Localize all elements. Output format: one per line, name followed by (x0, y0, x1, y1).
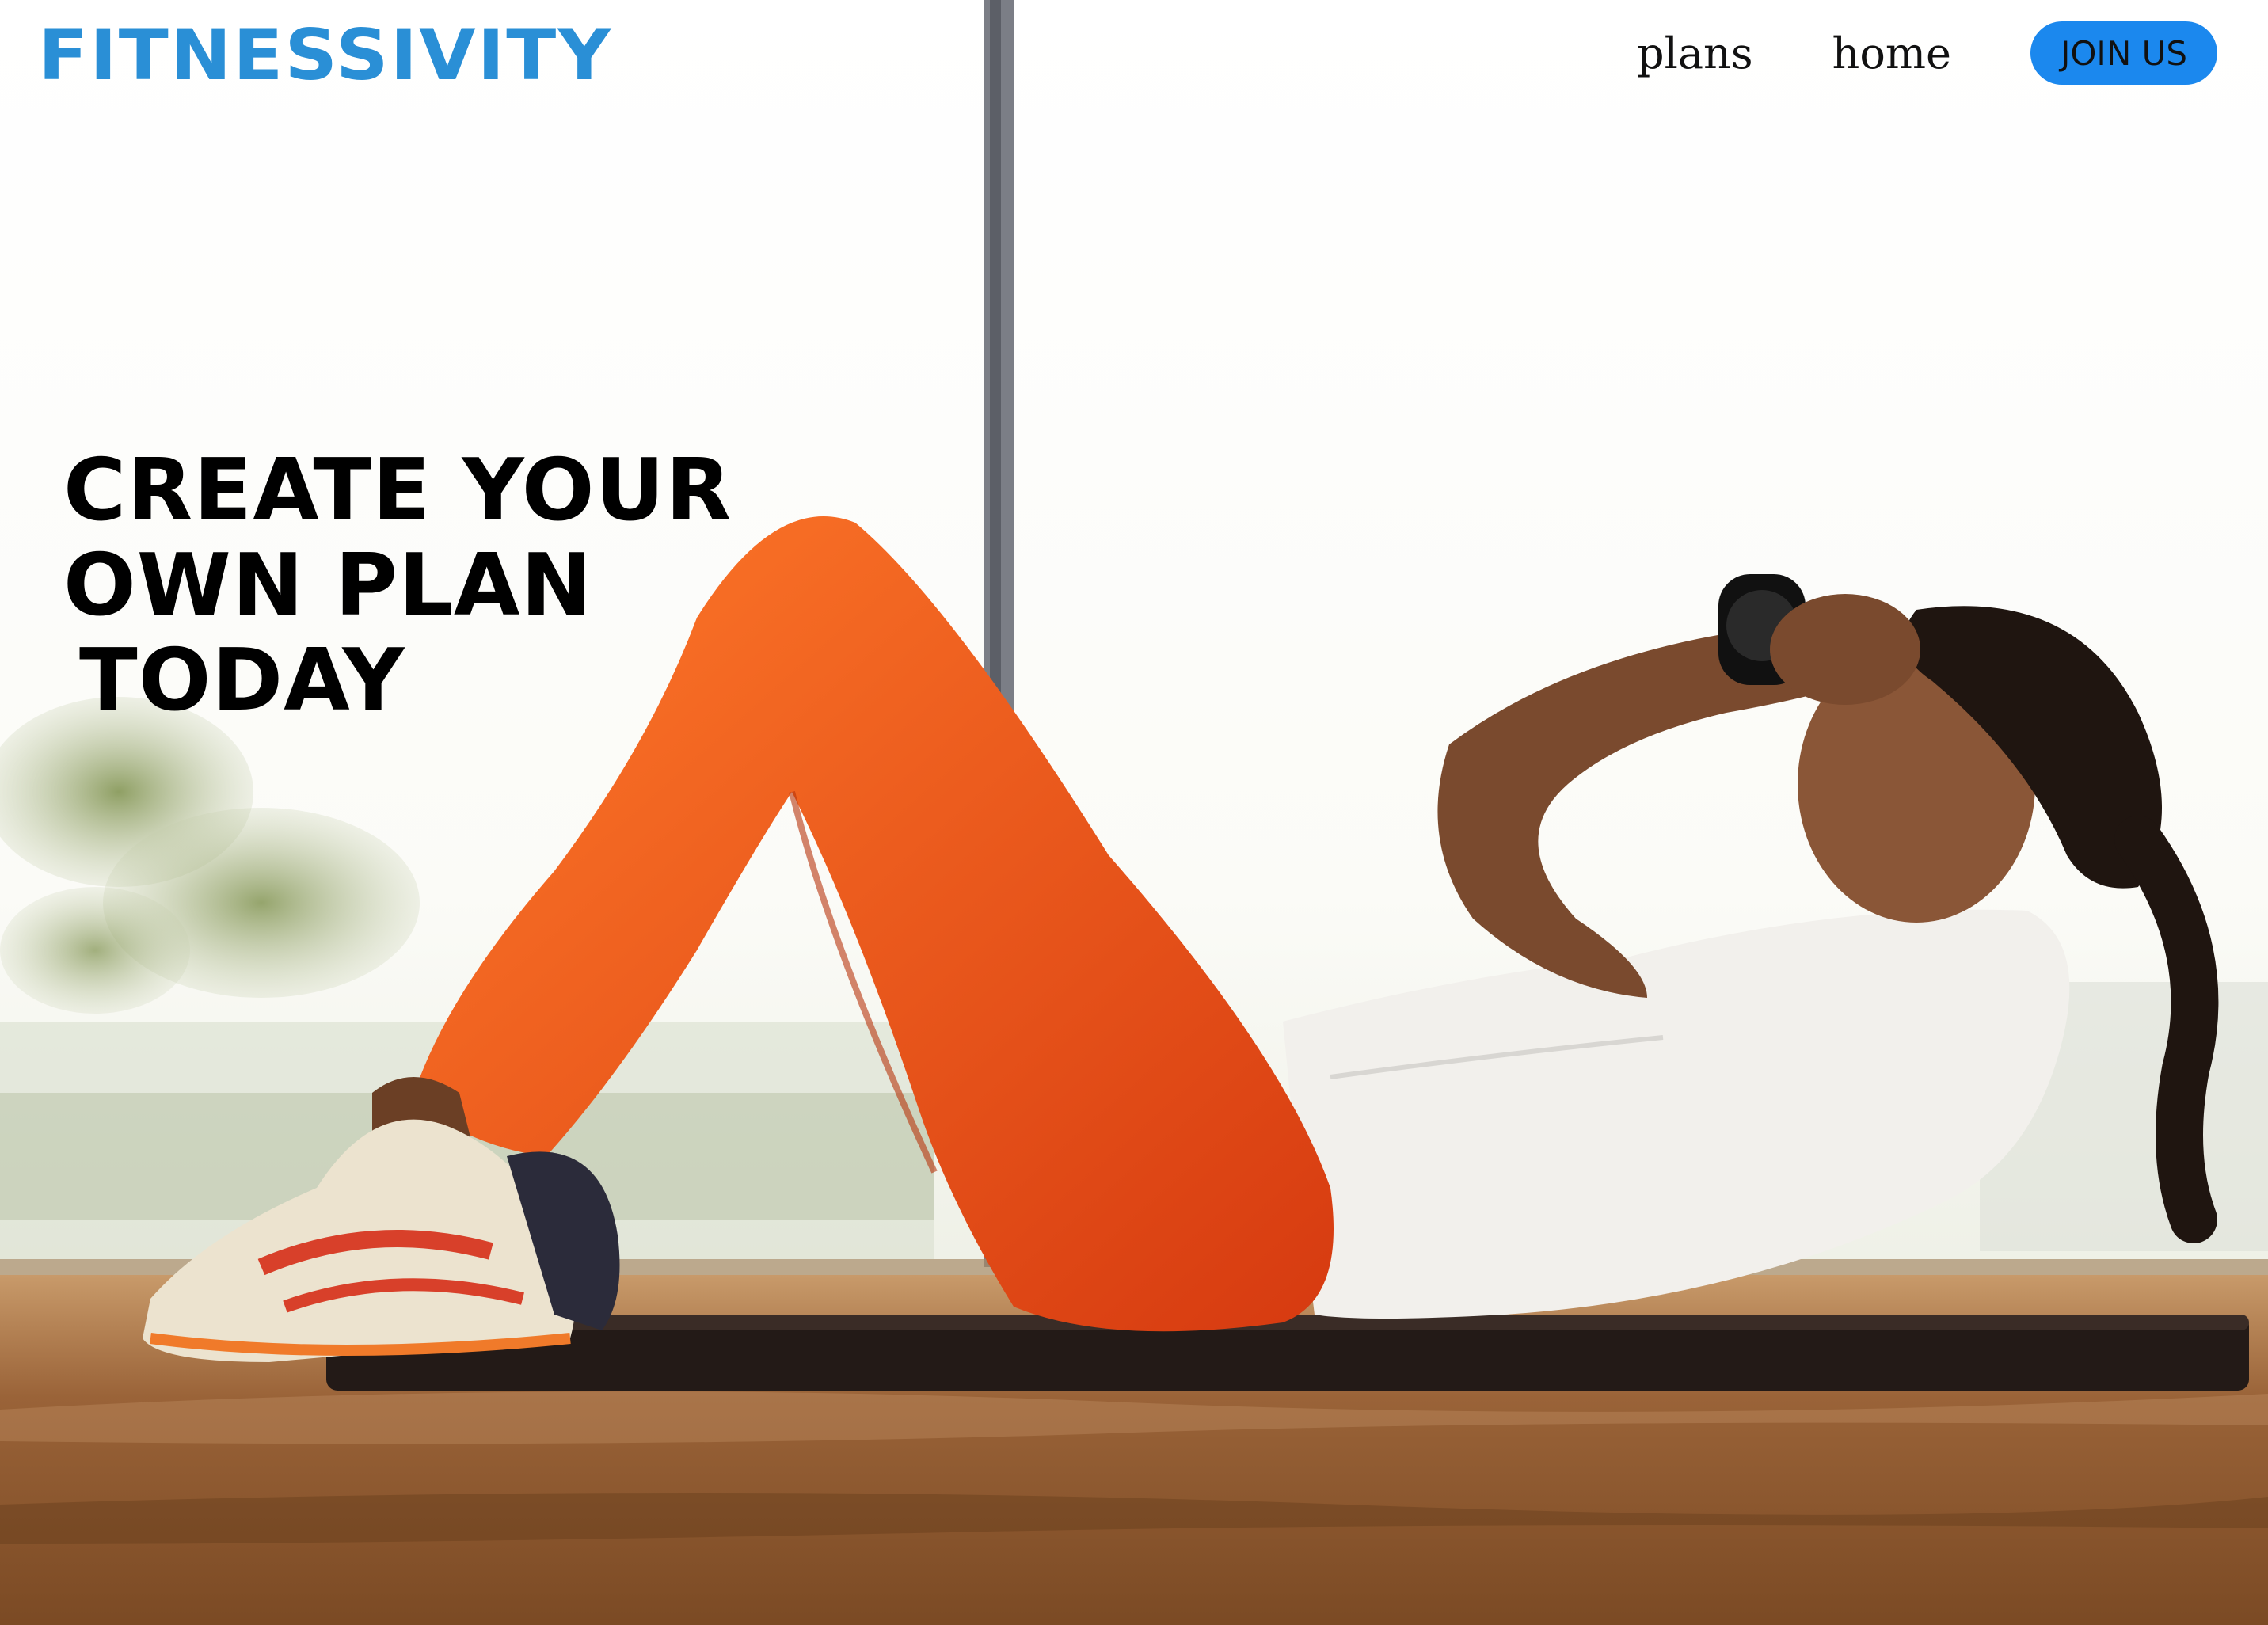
headline-line-2: OWN PLAN (63, 536, 593, 635)
nav-link-home[interactable]: home (1832, 29, 1951, 78)
hero-photo (0, 0, 2268, 1625)
headline-line-1: CREATE YOUR (63, 441, 733, 540)
top-nav: plans home JOIN US (1637, 17, 2217, 89)
landing-page: Fitnessivity plans home JOIN US CREATE Y… (0, 0, 2268, 1625)
join-us-button[interactable]: JOIN US (2030, 21, 2217, 85)
headline-line-3: TODAY (79, 631, 405, 730)
hero-headline: CREATE YOUR OWN PLAN TODAY (63, 443, 732, 729)
brand-logo[interactable]: Fitnessivity (38, 14, 612, 96)
nav-link-plans[interactable]: plans (1637, 29, 1753, 78)
